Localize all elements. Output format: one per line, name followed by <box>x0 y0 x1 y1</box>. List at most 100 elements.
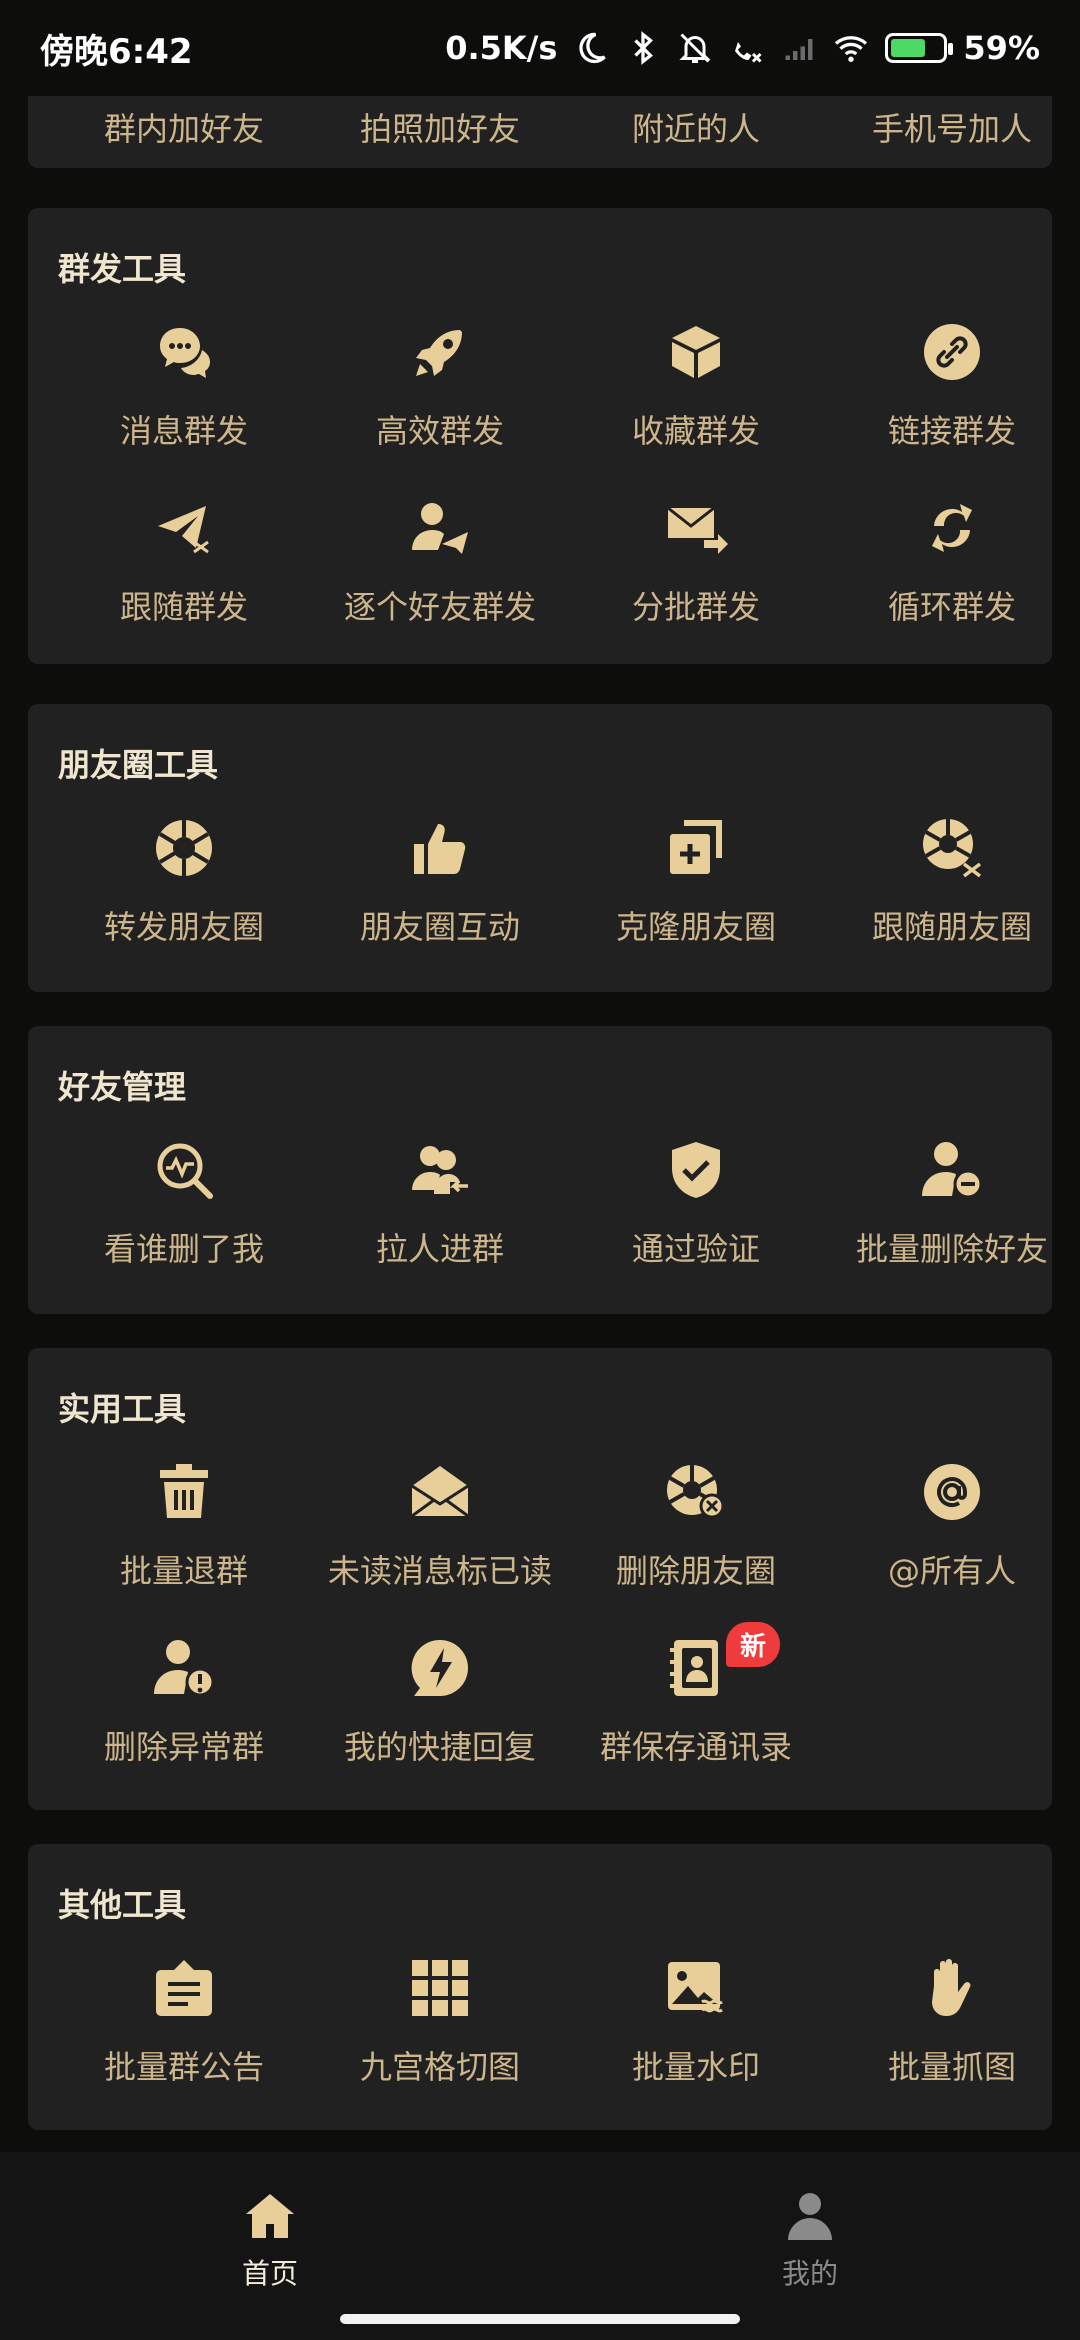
tool-label: 拉人进群 <box>375 1230 504 1268</box>
section-title: 实用工具 <box>58 1390 187 1428</box>
status-bar: 傍晚6:42 0.5K/s 59% <box>0 0 1080 96</box>
wifi-icon <box>835 36 868 62</box>
grid-icon <box>412 1960 468 2016</box>
tool-label: 九宫格切图 <box>359 2048 520 2086</box>
at-icon <box>924 1464 980 1520</box>
tool-item[interactable]: 手机号加人 <box>824 104 1080 150</box>
section-title: 好友管理 <box>58 1068 187 1106</box>
tool-link-broadcast[interactable]: 链接群发 <box>824 320 1080 452</box>
signal-icon <box>785 39 813 60</box>
tool-mention-all[interactable]: @所有人 <box>824 1460 1080 1592</box>
tool-label: 手机号加人 <box>871 110 1032 148</box>
tool-label: 消息群发 <box>119 412 248 450</box>
tool-efficient-broadcast[interactable]: 高效群发 <box>312 320 568 452</box>
tool-label: 转发朋友圈 <box>103 908 264 946</box>
tool-batch-capture[interactable]: 批量抓图 <box>824 1956 1080 2088</box>
contact-book-icon <box>670 1640 718 1696</box>
bolt-bubble-icon <box>411 1639 468 1696</box>
trash-icon <box>160 1464 208 1518</box>
clone-icon <box>670 820 722 874</box>
tool-save-group-contacts[interactable]: 新 群保存通讯录 <box>568 1622 824 1768</box>
net-speed: 0.5K/s <box>445 29 558 67</box>
tool-batch-watermark[interactable]: 批量水印 <box>568 1956 824 2088</box>
tool-mark-unread-read[interactable]: 未读消息标已读 <box>312 1460 568 1592</box>
tool-label: 逐个好友群发 <box>343 588 536 626</box>
nav-mine[interactable]: 我的 <box>710 2188 910 2292</box>
section-title: 朋友圈工具 <box>58 746 219 784</box>
status-right: 0.5K/s 59% <box>445 29 1040 67</box>
tool-nine-grid-cut[interactable]: 九宫格切图 <box>312 1956 568 2088</box>
tool-item[interactable]: 群内加好友 <box>56 104 312 150</box>
new-badge: 新 <box>726 1622 781 1667</box>
tools-scroll[interactable]: 群内加好友 拍照加好友 附近的人 手机号加人 群发工具 消息群发 高效群发 收藏… <box>0 96 1080 2146</box>
paper-plane-shuffle-icon <box>158 506 209 554</box>
tool-label: 跟随群发 <box>119 588 248 626</box>
tool-label: 克隆朋友圈 <box>615 908 776 946</box>
battery-icon <box>885 33 954 63</box>
person-icon <box>788 2193 832 2240</box>
card-add-friends-partial: 群内加好友 拍照加好友 附近的人 手机号加人 <box>28 96 1052 168</box>
rocket-icon <box>416 330 462 376</box>
tool-pull-into-group[interactable]: 拉人进群 <box>312 1138 568 1270</box>
tool-batch-broadcast[interactable]: 分批群发 <box>568 496 824 628</box>
tool-forward-moments[interactable]: 转发朋友圈 <box>56 816 312 948</box>
tool-quick-reply[interactable]: 我的快捷回复 <box>312 1636 568 1768</box>
hand-grab-icon <box>932 1959 971 2016</box>
card-other-tools: 其他工具 批量群公告 九宫格切图 批量水印 批量抓图 <box>28 1844 1052 2130</box>
cycle-icon <box>932 504 972 552</box>
tool-label: @所有人 <box>887 1552 1016 1590</box>
tool-label: 拍照加好友 <box>359 110 520 148</box>
tool-loop-broadcast[interactable]: 循环群发 <box>824 496 1080 628</box>
tool-label: 未读消息标已读 <box>327 1552 552 1590</box>
tool-clone-moments[interactable]: 克隆朋友圈 <box>568 816 824 948</box>
users-add-icon <box>412 1146 468 1194</box>
tool-delete-moments[interactable]: 删除朋友圈 <box>568 1460 824 1592</box>
home-indicator[interactable] <box>340 2314 740 2324</box>
tool-label: 批量群公告 <box>103 2048 264 2086</box>
home-icon <box>246 2194 294 2238</box>
tool-follow-moments[interactable]: 跟随朋友圈 <box>824 816 1080 948</box>
notice-board-icon <box>156 1960 212 2016</box>
tool-label: 朋友圈互动 <box>359 908 520 946</box>
card-mass-send: 群发工具 消息群发 高效群发 收藏群发 链接群发 跟随群发 逐个好友群发 分批群… <box>28 208 1052 664</box>
tool-label: 分批群发 <box>631 588 760 626</box>
tool-label: 批量退群 <box>119 1552 248 1590</box>
tool-label: 群保存通讯录 <box>599 1728 792 1766</box>
tool-who-deleted-me[interactable]: 看谁删了我 <box>56 1138 312 1270</box>
card-moments-tools: 朋友圈工具 转发朋友圈 朋友圈互动 克隆朋友圈 跟随朋友圈 <box>28 704 1052 992</box>
link-icon <box>924 324 980 380</box>
tool-label: 批量水印 <box>631 2048 760 2086</box>
tool-batch-group-notice[interactable]: 批量群公告 <box>56 1956 312 2088</box>
tool-moments-interact[interactable]: 朋友圈互动 <box>312 816 568 948</box>
tool-one-by-one-broadcast[interactable]: 逐个好友群发 <box>312 496 568 628</box>
box-icon <box>672 326 720 378</box>
tool-item[interactable]: 附近的人 <box>568 104 824 150</box>
bell-off-icon <box>679 33 712 63</box>
tool-label: 删除异常群 <box>103 1728 264 1766</box>
tool-batch-quit-groups[interactable]: 批量退群 <box>56 1460 312 1592</box>
shield-check-icon <box>672 1142 720 1198</box>
tool-label: 删除朋友圈 <box>615 1552 776 1590</box>
tool-label: 我的快捷回复 <box>343 1728 536 1766</box>
tool-label: 跟随朋友圈 <box>871 908 1032 946</box>
nav-home[interactable]: 首页 <box>170 2188 370 2292</box>
tool-batch-delete-friends[interactable]: 批量删除好友 <box>824 1138 1080 1270</box>
tool-favorite-broadcast[interactable]: 收藏群发 <box>568 320 824 452</box>
tool-label: 收藏群发 <box>631 412 760 450</box>
tool-item[interactable]: 拍照加好友 <box>312 104 568 150</box>
tool-message-broadcast[interactable]: 消息群发 <box>56 320 312 452</box>
tool-follow-broadcast[interactable]: 跟随群发 <box>56 496 312 628</box>
tool-label: 通过验证 <box>631 1230 760 1268</box>
user-warning-icon <box>154 1640 215 1697</box>
tool-label: 批量抓图 <box>887 2048 1016 2086</box>
status-time: 傍晚6:42 <box>40 31 193 72</box>
mail-forward-icon <box>667 506 728 554</box>
user-send-icon <box>412 503 468 554</box>
section-title: 群发工具 <box>58 250 187 288</box>
section-title: 其他工具 <box>58 1886 187 1924</box>
image-watermark-icon <box>668 1962 723 2013</box>
bottom-nav: 首页 我的 <box>0 2152 1080 2340</box>
card-utilities: 实用工具 批量退群 未读消息标已读 删除朋友圈 @所有人 删除异常群 我的快捷回… <box>28 1348 1052 1810</box>
tool-delete-abnormal-groups[interactable]: 删除异常群 <box>56 1636 312 1768</box>
tool-pass-verification[interactable]: 通过验证 <box>568 1138 824 1270</box>
